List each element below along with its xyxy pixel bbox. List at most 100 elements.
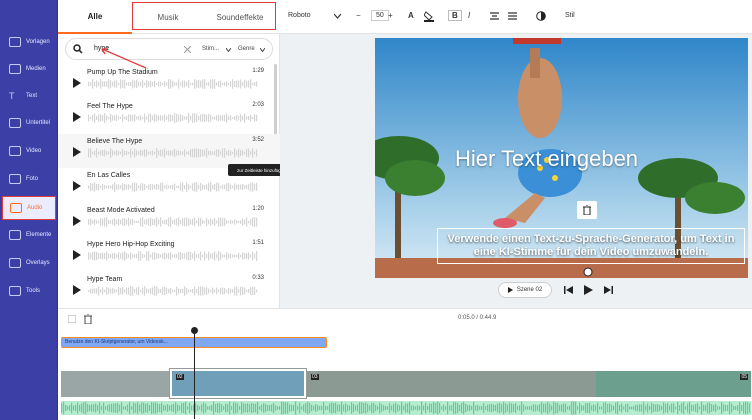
trash-icon [583,205,591,215]
audio-icon [10,203,22,213]
sidebar-item-video[interactable]: Video [2,139,56,163]
tab-music[interactable]: Musik [132,0,204,34]
audio-waveform [61,401,751,415]
heading-text[interactable]: Hier Text eingeben [455,146,638,172]
bold-button[interactable]: B [448,10,462,21]
search-input[interactable]: hype Stim... Genre [65,38,273,60]
play-icon[interactable] [73,250,81,260]
waveform [88,113,258,123]
waveform [88,217,258,227]
play-icon[interactable] [73,216,81,226]
waveform [88,251,258,261]
selected-clip-frame [170,369,306,398]
sidebar-item-foto[interactable]: Foto [2,167,56,191]
font-size-decrease-button[interactable]: − [356,11,361,20]
audio-track[interactable] [61,401,751,415]
text-icon: T [9,91,15,101]
play-icon[interactable] [73,285,81,295]
sidebar-item-medien[interactable]: Medien [2,57,56,81]
fill-color-icon[interactable] [424,11,434,22]
track-item[interactable]: Hype Hero Hip-Hop Exciting 1:51 [58,237,280,271]
photo-icon [9,174,21,184]
italic-button[interactable]: I [468,11,470,20]
track-duration: 1:20 [252,206,264,212]
track-item[interactable]: Feel The Hype 2:03 [58,99,280,133]
clip-03[interactable]: 03 [308,371,596,397]
font-select[interactable]: Roboto [288,12,311,19]
scene-button[interactable]: Szene 02 [498,282,552,298]
sidebar-item-elemente[interactable]: Elemente [2,223,56,247]
video-icon [9,146,21,156]
chevron-down-icon [226,48,231,52]
waveform [88,286,258,296]
template-icon [9,37,21,47]
delete-button[interactable] [577,201,597,219]
track-item[interactable]: Beast Mode Activated 1:20 [58,203,280,237]
track-duration: 0:33 [252,275,264,281]
play-icon[interactable] [584,285,593,295]
play-icon[interactable] [73,78,81,88]
track-duration: 1:51 [252,240,264,246]
playhead[interactable] [194,329,195,419]
media-icon [9,64,21,74]
waveform [88,148,258,158]
clip-01[interactable] [61,371,171,397]
audio-panel: hype Stim... Genre Pump Up The Stadium 1:… [58,34,328,308]
video-canvas[interactable]: Hier Text eingeben Verwende einen Text-z… [375,38,748,278]
sidebar-item-overlays[interactable]: Overlays [2,251,56,275]
align-center-icon[interactable] [490,12,499,21]
search-icon [73,44,83,54]
subtitle-text[interactable]: Verwende einen Text-zu-Sprache-Generator… [437,228,745,264]
trash-icon[interactable] [84,314,92,324]
clip-number: 03 [311,374,319,380]
rotate-icon[interactable] [583,267,593,277]
skip-forward-icon[interactable] [604,286,613,294]
track-item[interactable]: Believe The Hype 3:52 [58,134,280,168]
play-icon[interactable] [73,181,81,191]
track-title: Feel The Hype [87,103,133,110]
clip-number: 05 [740,374,748,380]
track-title: Hype Hero Hip-Hop Exciting [87,241,175,248]
time-readout: 0:05.0 / 0:44.9 [458,315,497,321]
track-title: Beast Mode Activated [87,207,155,214]
clip-05[interactable]: 05 [596,371,751,397]
sidebar-item-tools[interactable]: Tools [2,279,56,303]
top-toolbar: Alle Musik Soundeffekte Roboto − 50 + A … [58,0,752,34]
sidebar-item-untertitel[interactable]: Untertitel [2,111,56,135]
tools-icon [9,286,21,296]
chevron-down-icon[interactable] [334,13,341,19]
sidebar: Vorlagen Medien T Text Untertitel Video F… [0,0,58,420]
play-icon[interactable] [73,147,81,157]
video-track[interactable]: 02 03 05 [61,371,751,397]
font-size-input[interactable]: 50 [371,10,389,21]
skip-back-icon[interactable] [564,286,573,294]
list-icon[interactable] [508,12,517,21]
preview-area: Hier Text eingeben Verwende einen Text-z… [280,34,752,308]
track-duration: 2:03 [252,102,264,108]
sidebar-item-audio[interactable]: Audio [2,196,56,220]
waveform [88,182,258,192]
track-item[interactable]: Pump Up The Stadium 1:29 [58,65,280,99]
text-color-icon[interactable]: A [408,11,414,20]
subtitle-icon [9,118,21,128]
overlays-icon [9,258,21,268]
split-icon[interactable] [68,315,76,323]
tab-sound-effects[interactable]: Soundeffekte [204,0,276,34]
timeline: 0:05.0 / 0:44.9 Benutze den KI-Skriptgen… [58,308,752,420]
contrast-icon[interactable] [536,11,546,21]
style-button[interactable]: Stil [565,12,575,19]
elements-icon [9,230,21,240]
genre-filter[interactable]: Genre [238,46,255,52]
chevron-down-icon [260,48,265,52]
play-icon[interactable] [73,112,81,122]
sidebar-item-text[interactable]: T Text [2,84,56,108]
font-size-increase-button[interactable]: + [388,11,393,20]
track-item[interactable]: Hype Team 0:33 [58,272,280,306]
track-title: Pump Up The Stadium [87,69,158,76]
clear-search-icon[interactable] [184,46,191,53]
track-title: Believe The Hype [87,138,143,145]
track-title: En Las Calles [87,172,131,179]
mood-filter[interactable]: Stim... [202,46,219,52]
sidebar-item-vorlagen[interactable]: Vorlagen [2,30,56,54]
tab-all[interactable]: Alle [58,0,132,34]
